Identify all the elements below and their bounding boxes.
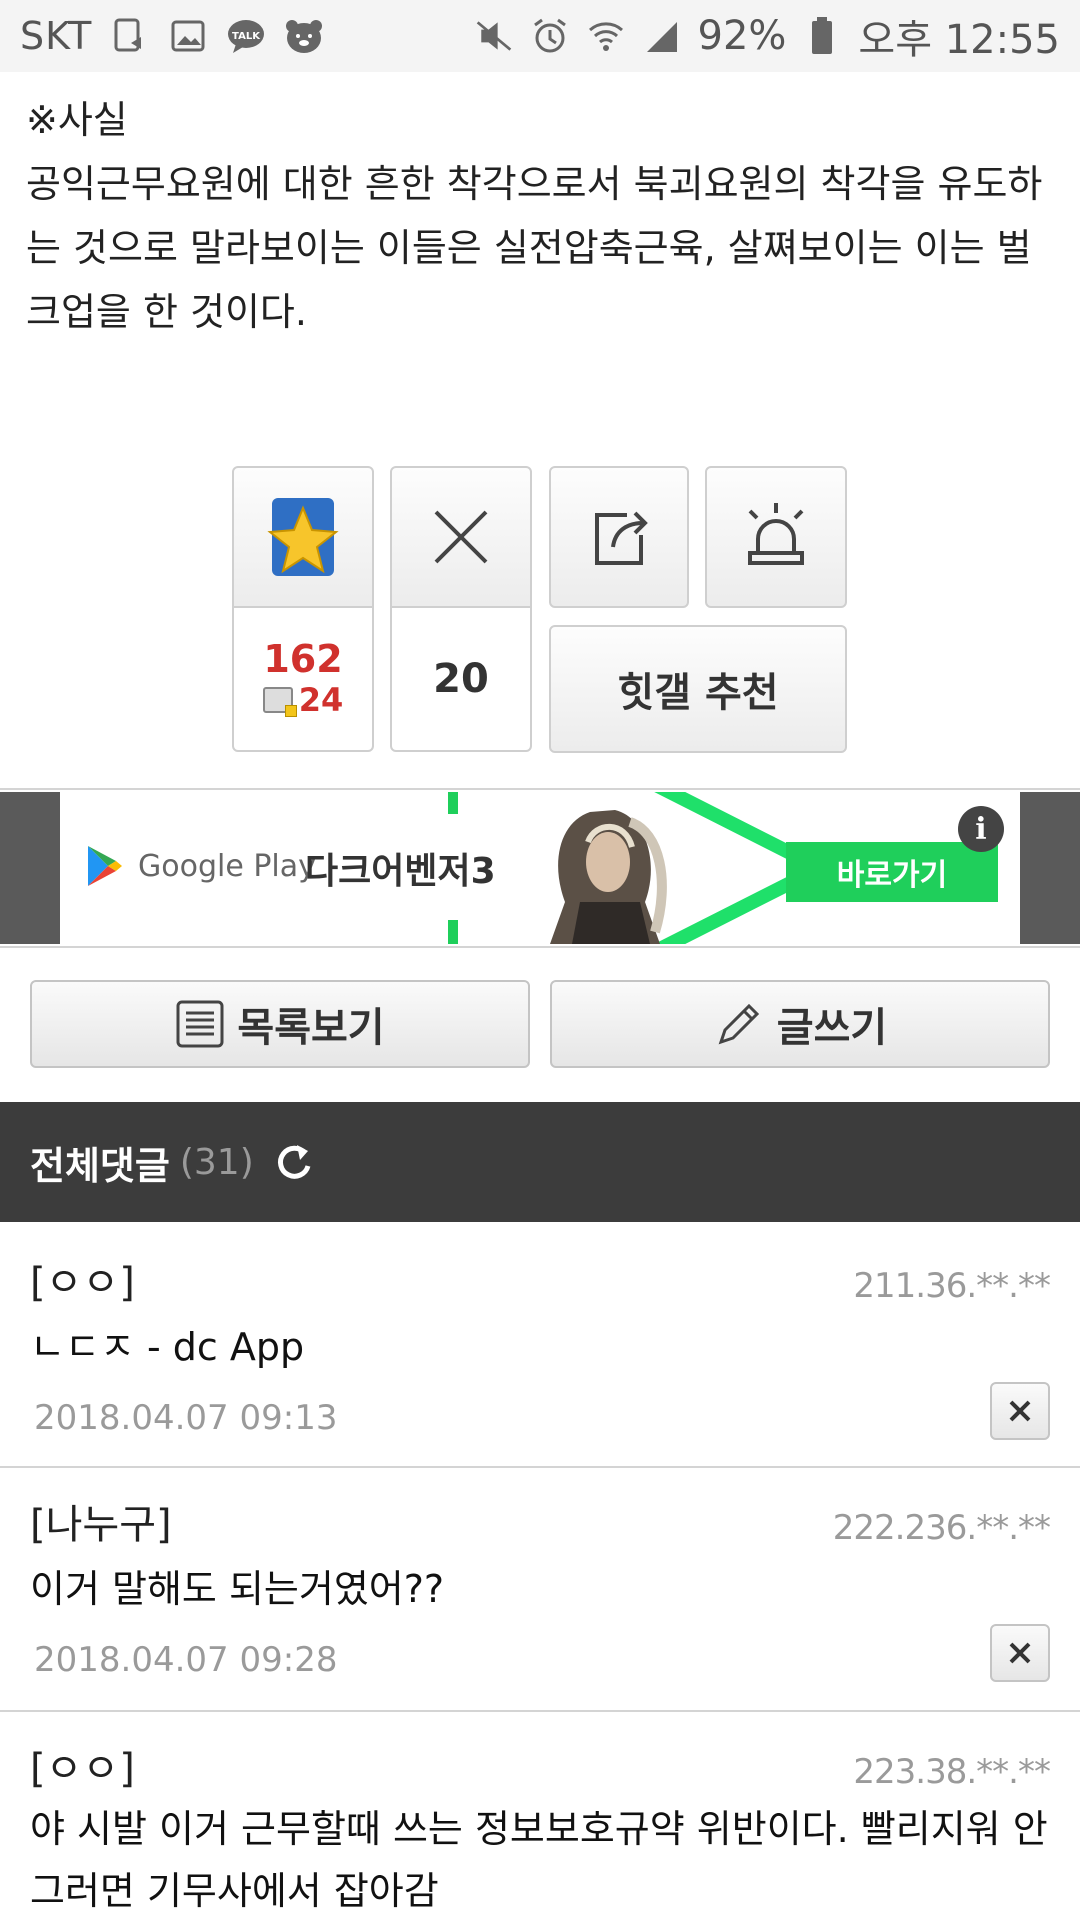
battery-percent: 92% [697, 13, 787, 59]
ad-banner[interactable]: Google Play 다크어벤저3 바로가기 i [0, 792, 1080, 944]
list-icon [176, 1000, 224, 1048]
ad-content[interactable]: Google Play 다크어벤저3 바로가기 i [60, 792, 1020, 944]
talk-icon: TALK [226, 16, 266, 56]
alarm-icon [530, 16, 570, 56]
fixed-recommend-row: 24 [262, 681, 344, 719]
hitgal-recommend-button[interactable]: 힛갤 추천 [549, 625, 847, 753]
write-label: 글쓰기 [776, 1005, 888, 1051]
battery-icon [802, 16, 842, 56]
share-icon [595, 511, 648, 565]
comment-delete-button[interactable] [990, 1624, 1050, 1682]
close-icon [1009, 1642, 1031, 1664]
mute-icon [474, 16, 514, 56]
comment-ip: 211.36.**.** [853, 1266, 1051, 1306]
list-view-label: 목록보기 [237, 1005, 385, 1051]
not-recommend-count: 20 [433, 656, 489, 702]
report-button[interactable] [705, 466, 847, 608]
comment-item: [ㅇㅇ] 223.38.**.** 야 시발 이거 근무할때 쓰는 정보보호규약… [0, 1712, 1080, 1920]
comment-date: 2018.04.07 09:28 [34, 1640, 338, 1680]
post-label: ※사실 [26, 98, 128, 142]
carrier-label: SKT [20, 14, 93, 58]
divider [0, 788, 1080, 790]
refresh-icon[interactable] [272, 1140, 316, 1184]
screen-record-icon [110, 16, 150, 56]
comment-author: [ㅇㅇ] [30, 1260, 135, 1306]
comment-author: [ㅇㅇ] [30, 1746, 135, 1792]
clock: 오후 12:55 [858, 17, 1060, 63]
ad-artwork [448, 792, 836, 944]
comments-count: (31) [179, 1141, 254, 1183]
wifi-icon [586, 16, 626, 56]
not-recommend-count-box: 20 [390, 606, 532, 752]
gallery-icon [168, 16, 208, 56]
status-bar: SKT TALK 92% 오후 12:55 [0, 0, 1080, 72]
google-play-text: Google Play [138, 848, 316, 884]
comment-ip: 223.38.**.** [853, 1752, 1051, 1792]
comment-text: ㄴㄷㅈ - dc App [30, 1325, 305, 1369]
post-body: ※사실 공익근무요원에 대한 흔한 착각으로서 북괴요원의 착각을 유도하는 것… [26, 88, 1056, 344]
recommend-button[interactable] [232, 466, 374, 608]
fixed-recommend-count: 24 [298, 681, 344, 719]
not-recommend-button[interactable] [390, 466, 532, 608]
comment-item: [나누구] 222.236.**.** 이거 말해도 되는거였어?? 2018.… [0, 1468, 1080, 1710]
google-play-logo: Google Play [84, 844, 316, 888]
comment-delete-button[interactable] [990, 1382, 1050, 1440]
comment-text: 야 시발 이거 근무할때 쓰는 정보보호규약 위반이다. 빨리지워 안그러면 기… [30, 1807, 1048, 1913]
comment-date: 2018.04.07 09:13 [34, 1398, 338, 1438]
share-button[interactable] [549, 466, 689, 608]
post-paragraph: 공익근무요원에 대한 흔한 착각으로서 북괴요원의 착각을 유도하는 것으로 말… [26, 162, 1043, 334]
comment-item: [ㅇㅇ] 211.36.**.** ㄴㄷㅈ - dc App 2018.04.0… [0, 1224, 1080, 1466]
play-store-icon [88, 846, 122, 886]
ad-info-icon[interactable]: i [958, 806, 1004, 852]
recommend-count: 162 [263, 637, 343, 681]
recommend-count-box: 162 24 [232, 606, 374, 752]
svg-text:TALK: TALK [232, 31, 261, 42]
star-icon [267, 498, 339, 576]
close-icon [1009, 1400, 1031, 1422]
comment-ip: 222.236.**.** [832, 1508, 1051, 1548]
divider [0, 946, 1080, 948]
comment-author: [나누구] [30, 1502, 172, 1548]
x-icon [434, 510, 488, 564]
comments-header: 전체댓글 (31) [0, 1102, 1080, 1222]
write-button[interactable]: 글쓰기 [550, 980, 1050, 1068]
bear-icon [284, 16, 324, 56]
comments-title: 전체댓글 [30, 1143, 170, 1188]
signal-icon [642, 16, 682, 56]
comment-text: 이거 말해도 되는거였어?? [30, 1567, 445, 1611]
fixed-user-icon [262, 687, 297, 717]
pencil-icon [718, 1003, 759, 1045]
siren-icon [748, 503, 804, 565]
list-view-button[interactable]: 목록보기 [30, 980, 530, 1068]
ad-cta-button[interactable]: 바로가기 [786, 842, 998, 902]
